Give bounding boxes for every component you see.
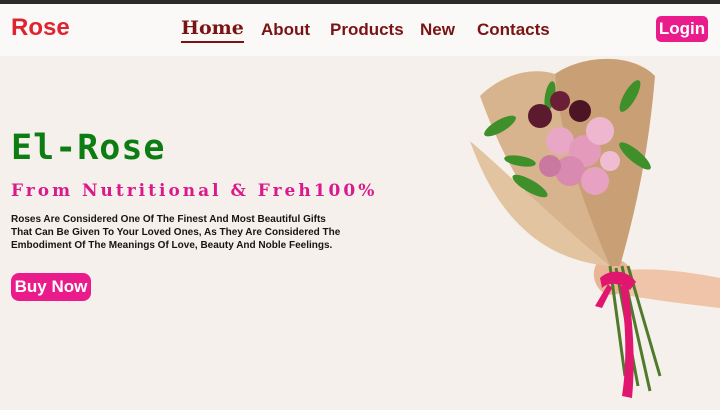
hero-description: Roses Are Considered One Of The Finest A… <box>11 214 341 251</box>
navbar: Rose Home About Products New Contacts Lo… <box>0 4 720 56</box>
brand-logo[interactable]: Rose <box>11 14 70 42</box>
nav-link-home[interactable]: Home <box>181 17 244 43</box>
buy-now-button[interactable]: Buy Now <box>11 273 91 301</box>
bouquet-image <box>470 58 720 398</box>
hero-subtitle: From Nutritional & Freh100% <box>11 181 378 201</box>
nav-link-contacts[interactable]: Contacts <box>477 20 550 40</box>
nav-link-new[interactable]: New <box>420 20 455 40</box>
hero-title: El-Rose <box>11 128 166 168</box>
nav-link-products[interactable]: Products <box>330 20 404 40</box>
login-button[interactable]: Login <box>656 16 708 42</box>
nav-link-about[interactable]: About <box>261 20 310 40</box>
